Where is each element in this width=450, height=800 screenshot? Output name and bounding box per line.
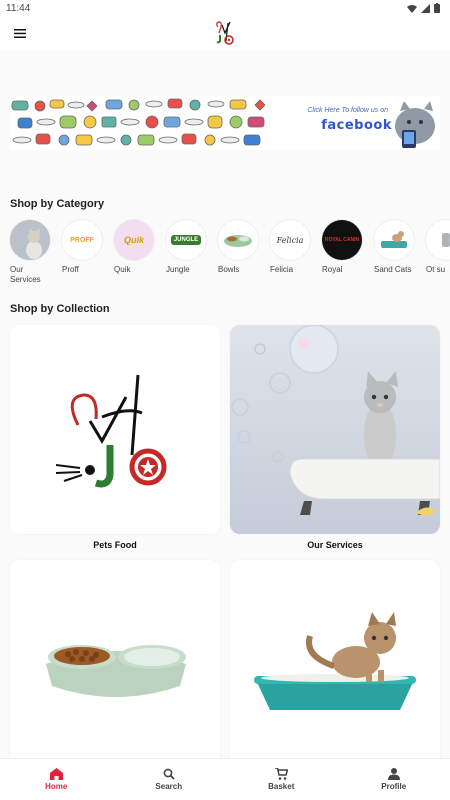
basket-icon (274, 768, 288, 780)
shop-by-category-title: Shop by Category (10, 198, 105, 210)
menu-button[interactable] (0, 16, 40, 50)
bowl-icon (218, 220, 258, 260)
collection-card[interactable] (230, 560, 440, 769)
nav-label: Home (45, 782, 68, 791)
nav-home[interactable]: Home (0, 759, 113, 800)
status-time: 11:44 (6, 2, 31, 14)
quik-logo-icon: Quik (114, 220, 154, 260)
category-item[interactable]: JUNGLE Jungle (166, 220, 206, 285)
nav-search[interactable]: Search (113, 759, 226, 800)
nav-label: Profile (381, 782, 407, 791)
nav-label: Search (155, 782, 183, 791)
collection-label: Pets Food (93, 540, 137, 550)
category-item[interactable]: Bowls (218, 220, 258, 285)
category-label: Our Services (10, 265, 41, 284)
collection-card[interactable] (10, 325, 220, 534)
app-bar (0, 16, 450, 50)
status-bar: 11:44 (0, 0, 450, 16)
promo-banner[interactable]: Click Here To follow us on facebook (10, 96, 440, 150)
collection-item-our-services[interactable]: Our Services (230, 325, 440, 560)
category-label: Sand Cats (374, 265, 412, 274)
collection-card[interactable] (230, 325, 440, 534)
double-bowl-photo (10, 560, 220, 769)
nav-basket[interactable]: Basket (225, 759, 338, 800)
nav-label: Basket (268, 782, 295, 791)
bottom-navigation: Home Search Basket Profile (0, 758, 450, 800)
search-icon (163, 768, 175, 780)
category-label: Quik (114, 265, 131, 274)
cat-photo-icon (10, 220, 50, 260)
category-list: Our Services PROFF Proff Quik Quik JUNGL… (0, 210, 450, 285)
signal-icon (421, 3, 430, 13)
top-spacer (0, 50, 450, 96)
banner-brand: facebook (321, 118, 392, 133)
category-item[interactable]: Sand Cats (374, 220, 414, 285)
profile-icon (387, 768, 400, 780)
other-icon (426, 220, 450, 260)
category-label: Jungle (166, 265, 190, 274)
category-label: Ot su (426, 265, 446, 274)
hamburger-menu-icon (14, 28, 26, 38)
category-item[interactable]: Ot su (426, 220, 450, 285)
category-item[interactable]: Felicia Felicia (270, 220, 310, 285)
category-item[interactable]: ROYAL CANIN Royal (322, 220, 362, 285)
proff-logo-icon: PROFF (62, 220, 102, 260)
category-label: Felicia (270, 265, 294, 274)
banner-caption: Click Here To follow us on (307, 107, 388, 114)
shop-by-collection-title: Shop by Collection (10, 303, 110, 315)
collection-grid: Pets Food Our Services (0, 315, 450, 795)
category-label: Royal (322, 265, 343, 274)
category-label: Bowls (218, 265, 240, 274)
category-item[interactable]: Our Services (10, 220, 50, 285)
home-icon (49, 768, 63, 780)
collection-label: Our Services (307, 540, 363, 550)
battery-icon (434, 3, 440, 13)
vetjo-logo[interactable] (212, 19, 238, 47)
status-icons (407, 3, 440, 13)
category-item[interactable]: Quik Quik (114, 220, 154, 285)
nav-profile[interactable]: Profile (338, 759, 450, 800)
collection-item-pets-food[interactable]: Pets Food (10, 325, 220, 560)
category-label: Proff (62, 265, 79, 274)
wifi-icon (407, 4, 417, 13)
kitten-bath-photo (230, 325, 440, 534)
litter-box-icon (374, 220, 414, 260)
collection-card[interactable] (10, 560, 220, 769)
vetjo-brand-image (10, 325, 220, 534)
category-item[interactable]: PROFF Proff (62, 220, 102, 285)
kitten-litter-box-photo (230, 560, 440, 769)
jungle-logo-icon: JUNGLE (166, 220, 206, 260)
royal-canin-logo-icon: ROYAL CANIN (322, 220, 362, 260)
felicia-logo-icon: Felicia (270, 220, 310, 260)
vetjo-logo-icon (216, 21, 234, 45)
